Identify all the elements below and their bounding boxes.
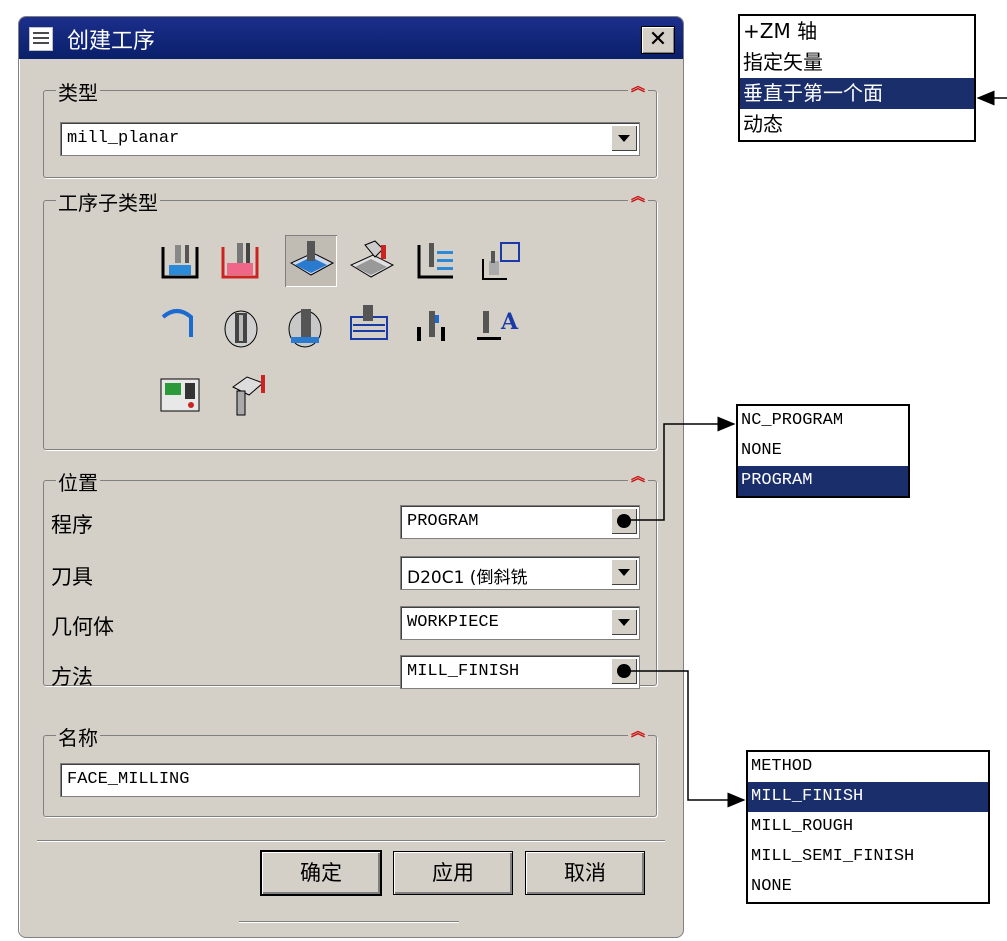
method-callout-arrow [621, 670, 746, 808]
callout-arrows [621, 90, 1007, 808]
program-callout-arrow [621, 416, 736, 521]
